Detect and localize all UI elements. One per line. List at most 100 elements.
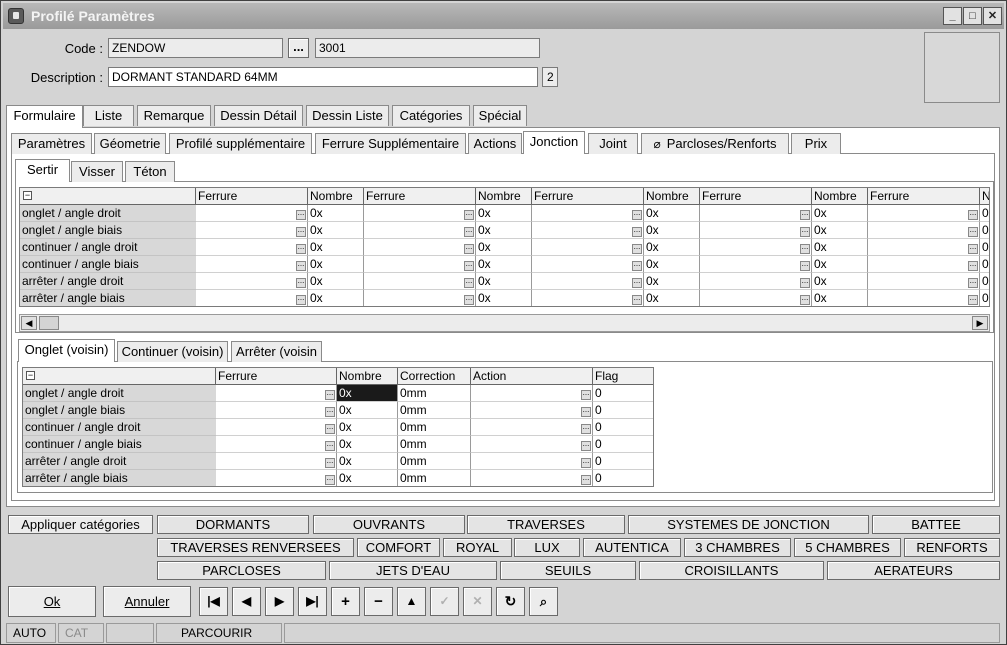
- tab-arreter-voisin[interactable]: Arrêter (voisin: [231, 341, 322, 362]
- nombre-cell[interactable]: 0x: [308, 205, 364, 222]
- browse-icon[interactable]: ...: [581, 474, 591, 485]
- refresh-icon[interactable]: ↻: [496, 587, 525, 616]
- browse-icon[interactable]: ...: [325, 423, 335, 434]
- category-battee[interactable]: BATTEE: [872, 515, 1000, 534]
- tab-visser[interactable]: Visser: [71, 161, 123, 182]
- tab-remarque[interactable]: Remarque: [137, 105, 211, 126]
- correction-cell[interactable]: 0mm: [398, 470, 471, 486]
- browse-icon[interactable]: ...: [581, 406, 591, 417]
- nombre-cell[interactable]: 0x: [337, 436, 398, 453]
- browse-icon[interactable]: ...: [296, 209, 306, 220]
- subtab-jonction[interactable]: Jonction: [523, 131, 585, 154]
- code-field[interactable]: ZENDOW: [108, 38, 283, 58]
- browse-icon[interactable]: ...: [296, 277, 306, 288]
- ferrure-cell[interactable]: ...: [196, 256, 308, 273]
- flag-cell[interactable]: 0: [593, 453, 653, 470]
- browse-icon[interactable]: ...: [632, 294, 642, 305]
- category-jets-d-eau[interactable]: JETS D'EAU: [329, 561, 497, 580]
- ferrure-cell[interactable]: ...: [364, 273, 476, 290]
- correction-cell[interactable]: 0mm: [398, 402, 471, 419]
- description-field[interactable]: DORMANT STANDARD 64MM: [108, 67, 538, 87]
- correction-cell[interactable]: 0mm: [398, 436, 471, 453]
- nombre-cell[interactable]: 0x: [812, 256, 868, 273]
- subtab-geometrie[interactable]: Géometrie: [94, 133, 166, 154]
- browse-icon[interactable]: ...: [581, 423, 591, 434]
- category-systemes-de-jonction[interactable]: SYSTEMES DE JONCTION: [628, 515, 869, 534]
- scroll-left-icon[interactable]: ◀: [21, 316, 37, 330]
- nombre-cell[interactable]: 0x: [644, 222, 700, 239]
- nombre-cell[interactable]: 0x: [337, 402, 398, 419]
- browse-icon[interactable]: ...: [325, 389, 335, 400]
- action-cell[interactable]: ...: [471, 419, 593, 436]
- ferrure-cell[interactable]: ...: [868, 290, 980, 306]
- category-aerateurs[interactable]: AERATEURS: [827, 561, 1000, 580]
- nombre-cell[interactable]: 0x: [476, 256, 532, 273]
- nombre-cell[interactable]: 0x: [308, 256, 364, 273]
- subtab-parametres[interactable]: Paramètres: [11, 133, 92, 154]
- nombre-cell[interactable]: 0x: [476, 273, 532, 290]
- nombre-cell[interactable]: 0x: [476, 290, 532, 306]
- category-comfort[interactable]: COMFORT: [357, 538, 440, 557]
- last-record-icon[interactable]: ▶|: [298, 587, 327, 616]
- tab-teton[interactable]: Téton: [125, 161, 175, 182]
- title-bar[interactable]: Profilé Paramètres _ □ ✕: [3, 3, 1004, 29]
- browse-icon[interactable]: ...: [325, 457, 335, 468]
- ferrure-cell[interactable]: ...: [216, 470, 337, 486]
- action-cell[interactable]: ...: [471, 436, 593, 453]
- browse-icon[interactable]: ...: [968, 243, 978, 254]
- browse-icon[interactable]: ...: [464, 260, 474, 271]
- ferrure-cell[interactable]: ...: [532, 273, 644, 290]
- action-cell[interactable]: ...: [471, 402, 593, 419]
- close-button[interactable]: ✕: [983, 7, 1002, 25]
- ferrure-cell[interactable]: ...: [196, 205, 308, 222]
- nombre-cell[interactable]: 0x: [476, 239, 532, 256]
- nombre-cell[interactable]: 0x: [337, 385, 398, 402]
- ferrure-cell[interactable]: ...: [532, 256, 644, 273]
- browse-icon[interactable]: ...: [632, 260, 642, 271]
- edit-record-icon[interactable]: ▲: [397, 587, 426, 616]
- nombre-cell[interactable]: 0x: [644, 239, 700, 256]
- browse-icon[interactable]: ...: [464, 243, 474, 254]
- first-record-icon[interactable]: |◀: [199, 587, 228, 616]
- ferrure-cell[interactable]: ...: [196, 273, 308, 290]
- flag-cell[interactable]: 0: [593, 436, 653, 453]
- nombre-cell[interactable]: 0x: [644, 273, 700, 290]
- ferrure-cell[interactable]: ...: [700, 273, 812, 290]
- category-traverses[interactable]: TRAVERSES: [467, 515, 625, 534]
- ferrure-cell[interactable]: ...: [364, 256, 476, 273]
- correction-cell[interactable]: 0mm: [398, 453, 471, 470]
- ferrure-cell[interactable]: ...: [700, 222, 812, 239]
- category-renforts[interactable]: RENFORTS: [904, 538, 1000, 557]
- scroll-right-icon[interactable]: ▶: [972, 316, 988, 330]
- horizontal-scrollbar[interactable]: ◀ ▶: [19, 314, 990, 332]
- ferrure-cell[interactable]: ...: [868, 205, 980, 222]
- nombre-cell[interactable]: 0x: [308, 239, 364, 256]
- ferrure-cell[interactable]: ...: [216, 436, 337, 453]
- nombre-cell[interactable]: 0x: [644, 205, 700, 222]
- ferrure-cell[interactable]: ...: [216, 419, 337, 436]
- ferrure-cell[interactable]: ...: [364, 205, 476, 222]
- browse-icon[interactable]: ...: [632, 226, 642, 237]
- tab-liste[interactable]: Liste: [83, 105, 134, 126]
- browse-icon[interactable]: ...: [581, 457, 591, 468]
- flag-cell[interactable]: 0: [593, 402, 653, 419]
- browse-icon[interactable]: ...: [296, 243, 306, 254]
- browse-icon[interactable]: ...: [800, 226, 810, 237]
- browse-icon[interactable]: ...: [968, 226, 978, 237]
- browse-icon[interactable]: ...: [581, 440, 591, 451]
- nombre-cell[interactable]: 0x: [337, 419, 398, 436]
- previous-record-icon[interactable]: ◀: [232, 587, 261, 616]
- subtab-joint[interactable]: Joint: [588, 133, 638, 154]
- nombre-cell[interactable]: 0x: [812, 273, 868, 290]
- nombre-cell[interactable]: 0x: [476, 222, 532, 239]
- browse-icon[interactable]: ...: [581, 389, 591, 400]
- tab-formulaire[interactable]: Formulaire: [6, 105, 83, 128]
- browse-icon[interactable]: ...: [800, 277, 810, 288]
- tab-continuer-voisin[interactable]: Continuer (voisin): [117, 341, 228, 362]
- apply-categories-button[interactable]: Appliquer catégories: [8, 515, 153, 534]
- ferrure-cell[interactable]: ...: [868, 256, 980, 273]
- ok-button[interactable]: Ok: [8, 586, 96, 617]
- ferrure-cell[interactable]: ...: [196, 290, 308, 306]
- flag-cell[interactable]: 0: [593, 470, 653, 486]
- tab-dessin-liste[interactable]: Dessin Liste: [306, 105, 389, 126]
